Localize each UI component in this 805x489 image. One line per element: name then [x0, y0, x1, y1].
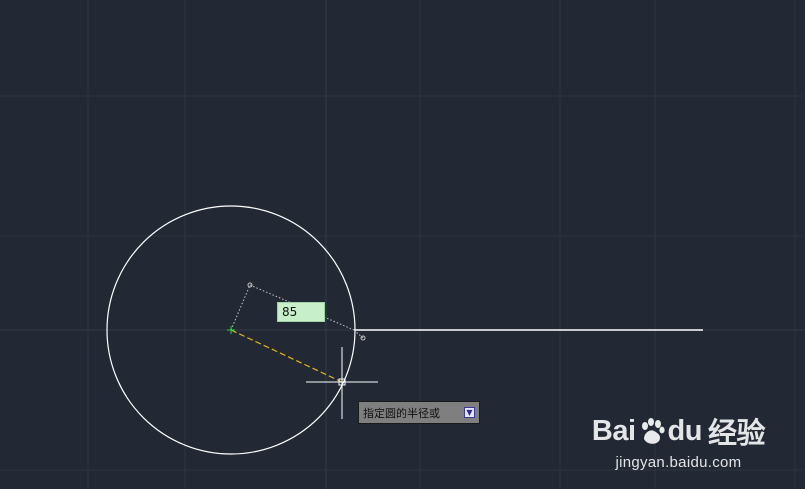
paw-icon — [641, 418, 665, 444]
watermark-logo: Bai du 经验 — [591, 410, 766, 452]
command-prompt-text: 指定圆的半径或 — [363, 406, 440, 420]
radius-input-field[interactable]: 85 — [277, 302, 325, 322]
watermark-logo-part1: Bai — [591, 414, 636, 447]
watermark-logo-part2: du — [667, 414, 703, 447]
watermark-url: jingyan.baidu.com — [615, 454, 742, 471]
watermark-logo-suffix: 经验 — [707, 418, 766, 450]
down-arrow-icon[interactable]: ▼ — [464, 407, 475, 418]
command-prompt-tooltip: 指定圆的半径或 ▼ — [358, 401, 480, 424]
center-point-marker — [227, 326, 235, 334]
baidu-jingyan-watermark: Bai du 经验 jingyan.baidu.com — [591, 410, 766, 472]
dimension-grip — [360, 335, 366, 341]
radius-rubberband-line — [230, 329, 343, 383]
